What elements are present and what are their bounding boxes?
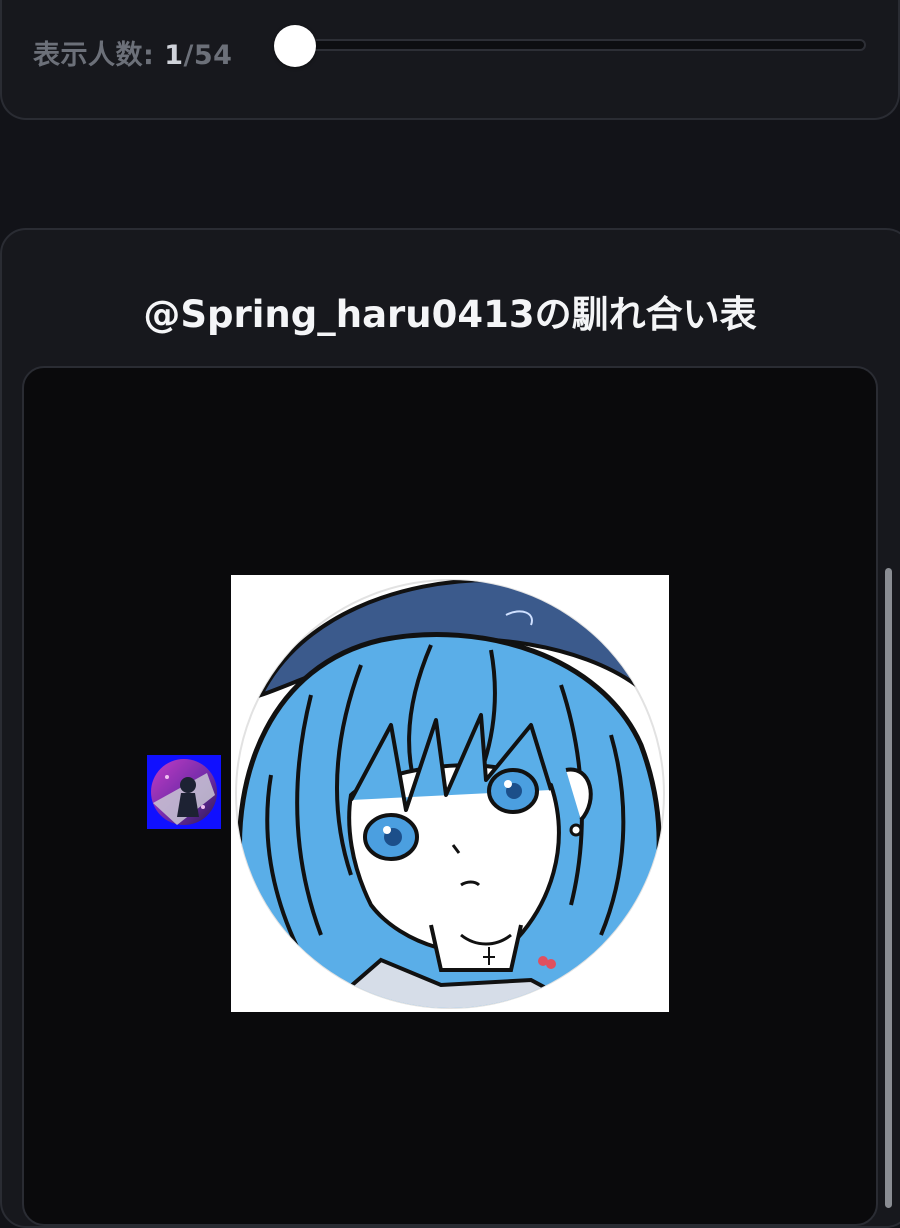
display-count-current: 1	[164, 40, 184, 71]
display-count-slider-thumb[interactable]	[274, 25, 316, 67]
display-count-label: 表示人数: 1/54	[33, 33, 232, 72]
friend-avatar[interactable]	[147, 755, 221, 829]
page-title: @Spring_haru0413の馴れ合い表	[143, 293, 757, 336]
chart-scrollbar[interactable]	[885, 568, 892, 1208]
display-count-total: /54	[183, 40, 233, 71]
display-count-text: 表示人数:	[33, 40, 155, 71]
display-count-slider-track[interactable]	[294, 39, 866, 51]
user-avatar[interactable]	[231, 575, 669, 1012]
